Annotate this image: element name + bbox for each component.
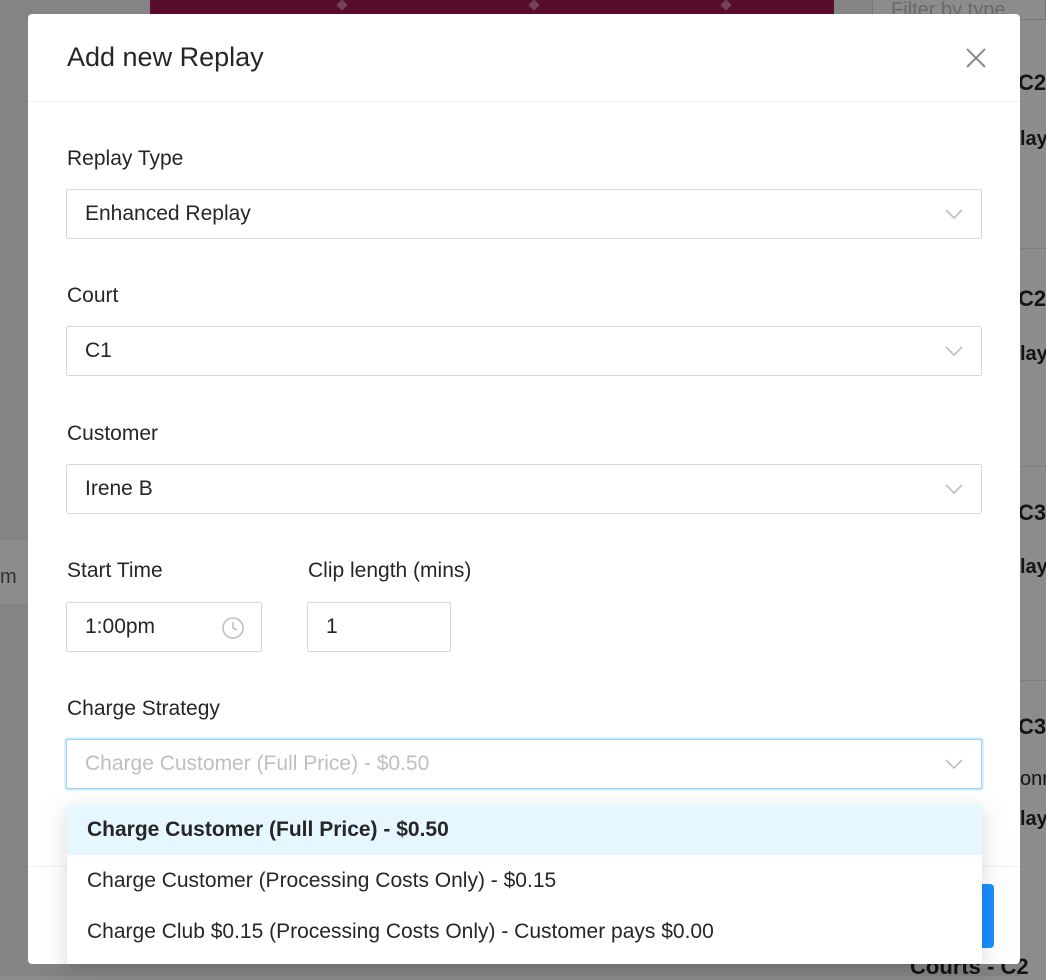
charge-strategy-select[interactable]: Charge Customer (Full Price) - $0.50	[66, 739, 982, 789]
charge-strategy-dropdown: Charge Customer (Full Price) - $0.50 Cha…	[67, 804, 982, 964]
chevron-down-icon	[945, 484, 963, 495]
customer-label: Customer	[67, 422, 159, 445]
customer-value: Irene B	[85, 477, 153, 500]
start-time-picker[interactable]: 1:00pm	[66, 602, 262, 652]
court-value: C1	[85, 339, 112, 362]
clip-length-value: 1	[326, 615, 338, 638]
chevron-down-icon	[945, 209, 963, 220]
replay-type-label: Replay Type	[67, 147, 184, 170]
clock-icon	[222, 617, 244, 639]
modal-header: Add new Replay	[28, 14, 1020, 102]
chevron-down-icon	[945, 346, 963, 357]
clip-length-label: Clip length (mins)	[308, 559, 472, 582]
court-label: Court	[67, 284, 119, 307]
charge-strategy-label: Charge Strategy	[67, 697, 220, 720]
start-time-value: 1:00pm	[85, 615, 156, 638]
court-select[interactable]: C1	[66, 326, 982, 376]
close-button[interactable]	[962, 44, 990, 72]
modal-title: Add new Replay	[67, 42, 264, 72]
replay-type-select[interactable]: Enhanced Replay	[66, 189, 982, 239]
close-icon	[966, 48, 986, 68]
customer-select[interactable]: Irene B	[66, 464, 982, 514]
dropdown-option-processing-costs[interactable]: Charge Customer (Processing Costs Only) …	[67, 855, 982, 906]
start-time-label: Start Time	[67, 559, 163, 582]
submit-button[interactable]	[980, 884, 994, 948]
chevron-down-icon	[945, 759, 963, 770]
clip-length-input[interactable]: 1	[307, 602, 451, 652]
dropdown-option-full-price[interactable]: Charge Customer (Full Price) - $0.50	[67, 804, 982, 855]
charge-strategy-placeholder: Charge Customer (Full Price) - $0.50	[85, 752, 430, 775]
dropdown-option-charge-club[interactable]: Charge Club $0.15 (Processing Costs Only…	[67, 906, 982, 957]
replay-type-value: Enhanced Replay	[85, 202, 251, 225]
